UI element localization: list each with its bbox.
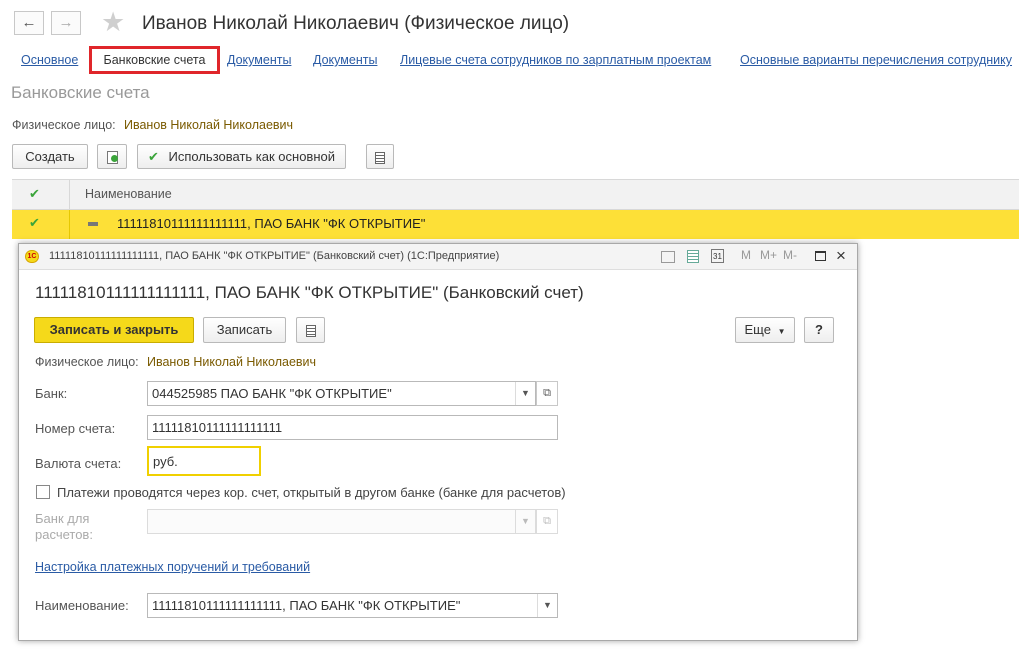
tab-transfer-options[interactable]: Основные варианты перечисления сотрудник…: [740, 53, 1012, 67]
chevron-down-icon: ▼: [777, 327, 786, 336]
create-button[interactable]: Создать: [12, 144, 88, 169]
save-and-close-button[interactable]: Записать и закрыть: [34, 317, 194, 343]
corr-account-checkbox[interactable]: [36, 485, 50, 499]
chevron-down-icon: ▼: [515, 510, 535, 533]
tab-main[interactable]: Основное: [21, 53, 78, 67]
chevron-down-icon[interactable]: ▼: [515, 382, 535, 405]
close-icon[interactable]: ×: [836, 246, 846, 266]
currency-field[interactable]: руб.: [147, 446, 261, 476]
list-settings-button[interactable]: [296, 317, 325, 343]
list-icon: [305, 324, 316, 337]
tab-documents-1[interactable]: Документы: [227, 53, 291, 67]
row-status-icon: [88, 222, 98, 226]
back-button[interactable]: ←: [14, 11, 44, 35]
list-settings-button[interactable]: [366, 144, 394, 169]
window-title: Иванов Николай Николаевич (Физическое ли…: [142, 13, 570, 34]
more-button[interactable]: Еще ▼: [735, 317, 795, 343]
open-window-icon: ⧉: [543, 387, 551, 399]
open-window-icon: ⧉: [543, 515, 551, 527]
memory-minus-button[interactable]: M-: [783, 248, 797, 262]
maximize-icon[interactable]: [815, 251, 826, 261]
add-document-icon: [106, 151, 118, 165]
settlement-bank-field: ▼: [147, 509, 536, 534]
use-as-main-button[interactable]: ✔ Использовать как основной: [137, 144, 346, 169]
print-icon[interactable]: [661, 251, 675, 263]
spreadsheet-icon[interactable]: [687, 250, 699, 263]
open-settlement-bank-button: ⧉: [536, 509, 558, 534]
app-logo-icon: 1С: [25, 250, 39, 263]
star-icon[interactable]: ★: [101, 7, 125, 38]
copy-button[interactable]: [97, 144, 127, 169]
owner-label: Физическое лицо:: [12, 118, 116, 132]
help-button[interactable]: ?: [804, 317, 834, 343]
bank-value: 044525985 ПАО БАНК "ФК ОТКРЫТИЕ": [152, 386, 392, 401]
memory-plus-button[interactable]: M+: [760, 248, 777, 262]
main-flag-column-icon[interactable]: ✔: [29, 186, 40, 202]
tab-documents-2[interactable]: Документы: [313, 53, 377, 67]
chevron-down-icon[interactable]: ▼: [537, 594, 557, 617]
list-icon: [375, 151, 385, 164]
tab-salary-accounts[interactable]: Лицевые счета сотрудников по зарплатным …: [400, 53, 711, 67]
dialog-heading: 11111810111111111111, ПАО БАНК "ФК ОТКРЫ…: [35, 283, 584, 302]
calendar-icon[interactable]: 31: [711, 249, 724, 263]
more-label: Еще: [744, 322, 771, 337]
settlement-bank-label-1: Банк для: [35, 511, 90, 526]
currency-label: Валюта счета:: [35, 456, 122, 471]
bank-account-dialog: 1С 11111810111111111111, ПАО БАНК "ФК ОТ…: [18, 243, 858, 641]
section-title: Банковские счета: [11, 83, 150, 102]
table-header: ✔ Наименование: [12, 179, 1019, 210]
table-row[interactable]: ✔ 11111810111111111111, ПАО БАНК "ФК ОТК…: [12, 210, 1019, 239]
dialog-window-title: 11111810111111111111, ПАО БАНК "ФК ОТКРЫ…: [49, 250, 500, 262]
owner-value[interactable]: Иванов Николай Николаевич: [124, 118, 293, 132]
name-value: 11111810111111111111, ПАО БАНК "ФК ОТКРЫ…: [152, 598, 461, 613]
use-as-main-label: Использовать как основной: [168, 149, 336, 164]
name-field[interactable]: 11111810111111111111, ПАО БАНК "ФК ОТКРЫ…: [147, 593, 558, 618]
arrow-right-icon: →: [58, 14, 74, 31]
forward-button[interactable]: →: [51, 11, 81, 35]
arrow-left-icon: ←: [21, 14, 37, 31]
save-button[interactable]: Записать: [203, 317, 286, 343]
dialog-owner-label: Физическое лицо:: [35, 355, 139, 369]
dialog-owner-value[interactable]: Иванов Николай Николаевич: [147, 355, 316, 369]
settlement-bank-label-2: расчетов:: [35, 527, 93, 542]
check-icon: ✔: [147, 149, 159, 164]
account-number-label: Номер счета:: [35, 421, 116, 436]
tab-bank-accounts[interactable]: Банковские счета: [89, 46, 220, 74]
account-number-field[interactable]: 11111810111111111111: [147, 415, 558, 440]
row-name: 11111810111111111111, ПАО БАНК "ФК ОТКРЫ…: [117, 216, 426, 231]
corr-account-checkbox-label[interactable]: Платежи проводятся через кор. счет, откр…: [57, 485, 566, 500]
payment-settings-link[interactable]: Настройка платежных поручений и требован…: [35, 560, 310, 574]
name-label: Наименование:: [35, 598, 129, 613]
bank-field[interactable]: 044525985 ПАО БАНК "ФК ОТКРЫТИЕ" ▼: [147, 381, 536, 406]
open-bank-button[interactable]: ⧉: [536, 381, 558, 406]
main-account-check-icon: ✔: [29, 215, 40, 230]
bank-label: Банк:: [35, 386, 68, 401]
memory-button[interactable]: M: [741, 248, 751, 262]
dialog-titlebar: 1С 11111810111111111111, ПАО БАНК "ФК ОТ…: [19, 244, 857, 270]
column-name[interactable]: Наименование: [85, 187, 172, 201]
